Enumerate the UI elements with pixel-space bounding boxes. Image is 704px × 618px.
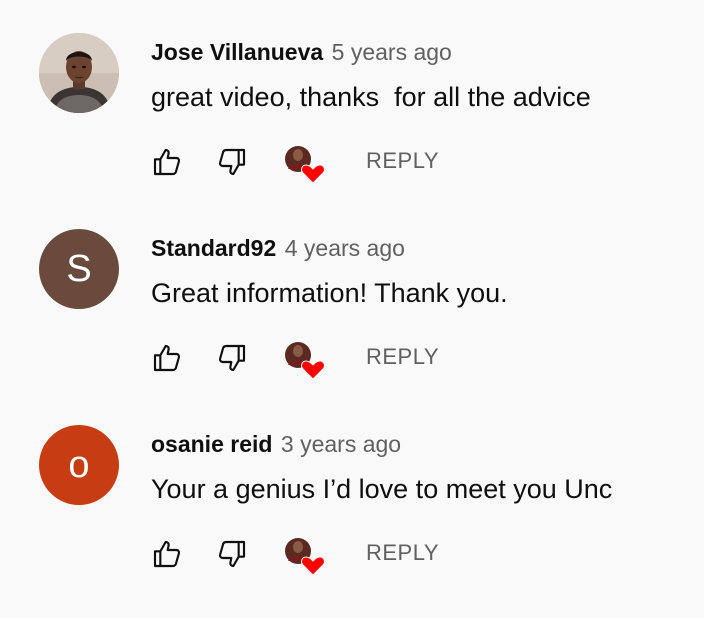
comment-timestamp[interactable]: 5 years ago — [332, 39, 452, 65]
comment-header: osanie reid 3 years ago — [151, 428, 401, 460]
comment-item: Jose Villanueva 5 years ago great video,… — [0, 0, 704, 196]
reply-button[interactable]: REPLY — [366, 146, 439, 176]
comment-header: Standard92 4 years ago — [151, 232, 405, 264]
like-button[interactable] — [151, 342, 183, 374]
thumbs-down-icon — [218, 540, 246, 568]
dislike-button[interactable] — [216, 146, 248, 178]
avatar[interactable]: S — [39, 229, 119, 309]
creator-heart[interactable] — [283, 145, 327, 185]
comment-timestamp[interactable]: 3 years ago — [281, 431, 401, 457]
avatar-photo — [39, 33, 119, 113]
creator-heart-icon — [285, 342, 325, 380]
thumbs-up-icon — [153, 344, 181, 372]
like-button[interactable] — [151, 538, 183, 570]
creator-heart[interactable] — [283, 341, 327, 381]
avatar[interactable] — [39, 33, 119, 113]
comment-item: S Standard92 4 years ago Great informati… — [0, 196, 704, 392]
comment-item: o osanie reid 3 years ago Your a genius … — [0, 392, 704, 588]
like-button[interactable] — [151, 146, 183, 178]
avatar-initial: S — [66, 247, 92, 290]
thumbs-up-icon — [153, 148, 181, 176]
comment-timestamp[interactable]: 4 years ago — [285, 235, 405, 261]
comment-header: Jose Villanueva 5 years ago — [151, 36, 452, 68]
creator-heart-icon — [285, 146, 325, 184]
creator-heart-icon — [285, 538, 325, 576]
avatar-initial: o — [68, 443, 90, 486]
reply-button[interactable]: REPLY — [366, 342, 439, 372]
avatar[interactable]: o — [39, 425, 119, 505]
dislike-button[interactable] — [216, 342, 248, 374]
reply-button[interactable]: REPLY — [366, 538, 439, 568]
creator-heart[interactable] — [283, 537, 327, 577]
comment-text: great video, thanks for all the advice — [151, 82, 591, 112]
author-name[interactable]: Standard92 — [151, 235, 276, 261]
thumbs-down-icon — [218, 148, 246, 176]
thumbs-down-icon — [218, 344, 246, 372]
author-name[interactable]: Jose Villanueva — [151, 39, 323, 65]
author-name[interactable]: osanie reid — [151, 431, 272, 457]
thumbs-up-icon — [153, 540, 181, 568]
comment-text: Your a genius I’d love to meet you Unc — [151, 474, 613, 504]
dislike-button[interactable] — [216, 538, 248, 570]
comment-text: Great information! Thank you. — [151, 278, 508, 308]
